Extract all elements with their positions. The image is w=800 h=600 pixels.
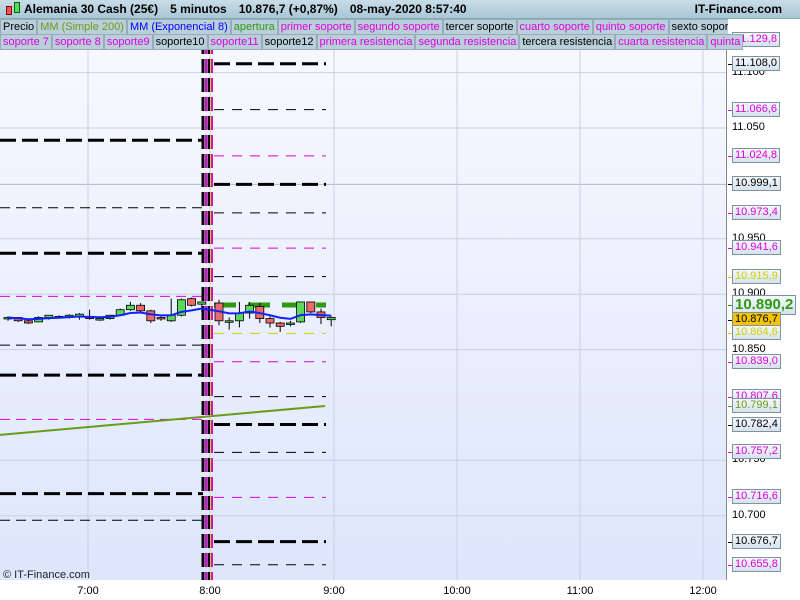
candle (23, 320, 33, 324)
candle (326, 317, 336, 321)
sma200-line (0, 405, 326, 436)
legend-item[interactable]: soporte10 (152, 34, 208, 50)
price-level-tick (728, 361, 732, 363)
candle (197, 301, 207, 305)
price-level-tick (728, 452, 732, 454)
time-tick: 10:00 (443, 585, 471, 597)
time-tick: 9:00 (323, 585, 345, 597)
indicator-legend-row-2: soporte 7 soporte 8 soporte9 soporte10 sopor… (0, 34, 744, 50)
candle (126, 304, 135, 311)
legend-item[interactable]: primer soporte (277, 19, 355, 35)
price-level-tick (728, 305, 732, 307)
price-axis[interactable]: 11.10011.05010.95010.90010.85010.75010.7… (728, 19, 800, 600)
legend-item[interactable]: soporte9 (103, 34, 153, 50)
legend-item[interactable]: tercera resistencia (519, 34, 616, 50)
candle (285, 322, 295, 325)
price-chart[interactable] (0, 35, 727, 580)
legend-item[interactable]: soporte 7 (0, 34, 52, 50)
price-level-label: 11.108,0 (732, 55, 781, 71)
time-tick: 8:00 (199, 585, 221, 597)
price-level-label: 10.999,1 (732, 176, 781, 192)
candle (306, 301, 316, 313)
price-tick: 10.700 (732, 508, 766, 521)
legend-item[interactable]: soporte11 (207, 34, 262, 50)
candle (265, 318, 275, 324)
legend-item[interactable]: MM (Simple 200) (37, 19, 127, 35)
time-tick: 7:00 (77, 585, 99, 597)
price-level-label: 10.941,6 (732, 240, 781, 256)
copyright: © IT-Finance.com (3, 569, 90, 581)
price-level-label: 10.757,2 (732, 444, 781, 460)
brand: IT-Finance.com (694, 2, 782, 16)
price-level-tick (728, 63, 732, 65)
price-level-tick (728, 248, 732, 250)
price-level-tick (728, 405, 732, 407)
candle (224, 320, 234, 323)
price-level-label: 11.024,8 (732, 147, 781, 163)
price-level-label: 10.973,4 (732, 204, 781, 220)
price-level-tick (728, 541, 732, 543)
legend-item[interactable]: cuarto soporte (516, 19, 593, 35)
time-tick: 11:00 (566, 585, 594, 597)
price-level-tick (728, 109, 732, 111)
price-level-tick (728, 564, 732, 566)
candle (156, 317, 166, 320)
candle (275, 322, 285, 327)
price-level-tick (728, 212, 732, 214)
time-axis: 7:00 8:00 9:00 10:00 11:00 12:00 (0, 580, 728, 600)
candle (296, 301, 306, 323)
price-level-tick (728, 155, 732, 157)
price-level-label: 10.655,8 (732, 556, 781, 572)
price-level-tick (728, 276, 732, 278)
timeframe[interactable]: 5 minutos (170, 2, 227, 16)
legend-item[interactable]: soporte 8 (51, 34, 104, 50)
price-tick: 11.050 (732, 121, 765, 133)
legend-item[interactable]: primera resistencia (316, 34, 416, 50)
price-level-label: 10.864,6 (732, 325, 781, 341)
indicator-legend-row-1: Precio MM (Simple 200) MM (Exponencial 8) a… (0, 19, 741, 35)
legend-item[interactable]: segunda resistencia (415, 34, 520, 50)
price-level-label: 10.799,1 (732, 397, 781, 413)
legend-item[interactable]: MM (Exponencial 8) (126, 19, 231, 35)
candlestick-logo-icon (4, 0, 24, 18)
candle (95, 318, 105, 321)
time-tick: 12:00 (689, 585, 717, 597)
last-price: 10.876,7 (+0,87%) (238, 2, 338, 16)
legend-item[interactable]: segundo soporte (354, 19, 443, 35)
price-level-tick (728, 333, 732, 335)
candle (187, 298, 197, 306)
price-level-label: 10.915,9 (732, 268, 781, 284)
price-level-label: 10.676,7 (732, 533, 781, 549)
candle (136, 304, 146, 312)
price-level-label: 11.066,6 (732, 101, 781, 117)
legend-item[interactable]: quinta (707, 34, 744, 50)
price-level-label: 10.716,6 (732, 489, 781, 505)
legend-item[interactable]: quinto soporte (592, 19, 669, 35)
datetime: 08-may-2020 8:57:40 (349, 2, 467, 16)
price-level-tick (728, 184, 732, 186)
instrument-name: Alemania 30 Cash (25€) (24, 2, 159, 16)
price-level-tick (728, 424, 732, 426)
legend-item[interactable]: Precio (0, 19, 38, 35)
legend-item[interactable]: apertura (230, 19, 278, 35)
candle (146, 310, 156, 322)
legend-item[interactable]: soporte12 (261, 34, 317, 50)
title-bar: Alemania 30 Cash (25€) 5 minutos 10.876,… (0, 0, 800, 19)
price-tick: 10.850 (732, 342, 766, 355)
price-level-tick (728, 497, 732, 499)
legend-item[interactable]: cuarta resistencia (615, 34, 708, 50)
price-level-tick (728, 320, 732, 322)
price-level-label: 10.839,0 (732, 353, 781, 369)
price-level-label: 10.782,4 (732, 416, 781, 432)
legend-item[interactable]: tercer soporte (442, 19, 517, 35)
